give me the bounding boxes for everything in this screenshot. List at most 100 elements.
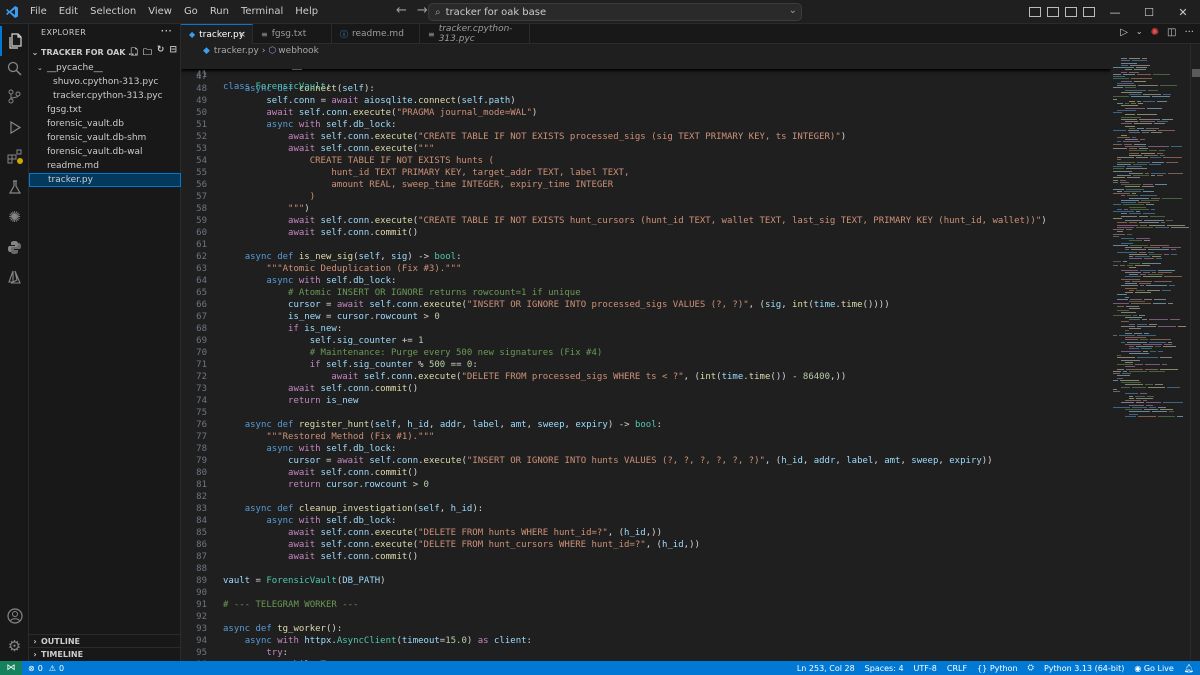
- minimap-stroke: [1143, 350, 1148, 352]
- menu-item-go[interactable]: Go: [178, 0, 204, 24]
- python-interpreter[interactable]: Python 3.13 (64-bit): [1044, 664, 1124, 673]
- tree-file[interactable]: forensic_vault.db-shm: [29, 131, 181, 145]
- code-line: 51 async with self.db_lock:: [181, 119, 1111, 131]
- minimap-stroke: [1136, 226, 1153, 228]
- tab-tracker-pyc[interactable]: ≡ tracker.cpython-313.pyc: [420, 24, 530, 44]
- code-line: 89 vault = ForensicVault(DB_PATH): [181, 575, 1111, 587]
- more-actions-icon[interactable]: ···: [161, 24, 172, 38]
- run-python-icon[interactable]: ▷: [1120, 27, 1128, 38]
- run-debug-icon[interactable]: [0, 112, 29, 142]
- minimap[interactable]: [1111, 44, 1191, 661]
- extensions-icon[interactable]: [0, 142, 29, 172]
- sidebar-title: EXPLORER: [41, 28, 87, 37]
- minimap-stroke: [1113, 130, 1126, 131]
- minimap-stroke: [1135, 256, 1150, 257]
- settings-gear-icon[interactable]: ⚙: [0, 631, 29, 661]
- collapse-all-icon[interactable]: ⊟: [169, 45, 177, 61]
- line-endings[interactable]: CRLF: [947, 664, 967, 673]
- code-line: 81 return cursor.rowcount > 0: [181, 479, 1111, 491]
- toggle-secondary-sidebar-icon[interactable]: [1065, 7, 1077, 17]
- minimize-button[interactable]: —: [1098, 6, 1132, 19]
- remote-indicator-icon[interactable]: ⋈: [0, 661, 22, 675]
- tree-item-label: shuvo.cpython-313.pyc: [53, 77, 159, 87]
- back-arrow-icon[interactable]: ←: [396, 3, 407, 18]
- tree-file[interactable]: forensic_vault.db-wal: [29, 145, 181, 159]
- python-icon[interactable]: [0, 232, 29, 262]
- chevron-down-icon[interactable]: ⌄: [789, 5, 797, 16]
- toggle-panel-icon[interactable]: [1047, 7, 1059, 17]
- minimap-stroke: [1127, 166, 1142, 167]
- minimap-stroke: [1144, 332, 1149, 334]
- more-actions-icon[interactable]: ···: [1184, 27, 1194, 38]
- tree-folder[interactable]: ⌄ __pycache__: [29, 61, 181, 75]
- minimap-stroke: [1125, 121, 1138, 122]
- code-editor[interactable]: 41 class ForensicVault: 47 48 async def c…: [181, 57, 1111, 661]
- search-icon[interactable]: [0, 53, 29, 83]
- tree-file[interactable]: tracker.py: [29, 173, 181, 187]
- minimap-stroke: [1127, 341, 1147, 343]
- breadcrumb-symbol[interactable]: webhook: [278, 46, 319, 56]
- sticky-scroll-header[interactable]: 41 class ForensicVault:: [181, 57, 1111, 92]
- outline-section[interactable]: › OUTLINE: [29, 634, 181, 647]
- code-text: """): [223, 204, 310, 214]
- close-window-button[interactable]: ✕: [1166, 6, 1200, 19]
- tab-tracker-py[interactable]: ◆ tracker.py ×: [181, 24, 253, 44]
- close-icon[interactable]: ×: [238, 30, 246, 40]
- minimap-stroke: [1121, 242, 1133, 244]
- tree-file[interactable]: readme.md: [29, 159, 181, 173]
- menu-item-file[interactable]: File: [24, 0, 53, 24]
- copilot-icon[interactable]: ⛭: [1028, 663, 1034, 673]
- tab-readme-md[interactable]: ⓘ readme.md: [332, 24, 420, 44]
- chevron-down-icon[interactable]: ⌄: [1136, 27, 1143, 38]
- minimap-stroke: [1150, 215, 1165, 217]
- minimap-stroke: [1113, 370, 1121, 372]
- breadcrumb-file[interactable]: tracker.py: [214, 46, 259, 56]
- menu-item-view[interactable]: View: [142, 0, 178, 24]
- vertical-scrollbar[interactable]: [1190, 44, 1200, 661]
- minimap-stroke: [1164, 253, 1169, 255]
- cursor-position[interactable]: Ln 253, Col 28: [797, 664, 855, 673]
- command-center-search[interactable]: ⌕ tracker for oak base ⌄: [428, 3, 802, 21]
- code-text: if is_new:: [288, 324, 343, 334]
- menu-item-run[interactable]: Run: [204, 0, 235, 24]
- minimap-stroke: [1129, 397, 1134, 399]
- menu-item-terminal[interactable]: Terminal: [235, 0, 289, 24]
- sparkle-icon[interactable]: ✺: [1151, 27, 1159, 38]
- minimap-stroke: [1117, 231, 1123, 233]
- minimap-stroke: [1125, 409, 1142, 410]
- tree-file[interactable]: tracker.cpython-313.pyc: [29, 89, 181, 103]
- tree-file[interactable]: shuvo.cpython-313.pyc: [29, 75, 181, 89]
- menu-item-help[interactable]: Help: [289, 0, 324, 24]
- notifications-bell-icon[interactable]: 🔔︎: [1184, 664, 1194, 673]
- maximize-button[interactable]: ☐: [1132, 6, 1166, 19]
- language-mode[interactable]: {} Python: [977, 664, 1017, 673]
- problems-indicator[interactable]: ⊗ 0 ⚠ 0: [28, 664, 64, 673]
- menu-item-selection[interactable]: Selection: [84, 0, 142, 24]
- account-icon[interactable]: [0, 601, 29, 631]
- split-editor-icon[interactable]: ◫: [1167, 27, 1176, 38]
- encoding[interactable]: UTF-8: [914, 664, 937, 673]
- customize-layout-icon[interactable]: [1083, 7, 1095, 17]
- menu-item-edit[interactable]: Edit: [53, 0, 84, 24]
- indentation[interactable]: Spaces: 4: [865, 664, 904, 673]
- go-live-button[interactable]: ◉ Go Live: [1134, 664, 1174, 673]
- testing-icon[interactable]: [0, 172, 29, 202]
- tree-file[interactable]: forensic_vault.db: [29, 117, 181, 131]
- line-number: 78: [196, 444, 207, 454]
- forward-arrow-icon[interactable]: →: [417, 3, 428, 18]
- minimap-stroke: [1125, 296, 1129, 298]
- folder-header[interactable]: ⌄ TRACKER FOR OAK ... 🗋 🗀 ↻ ⊟: [29, 45, 181, 59]
- tab-fgsg-txt[interactable]: ≡ fgsg.txt: [253, 24, 332, 44]
- azure-icon[interactable]: [0, 262, 29, 292]
- new-folder-icon[interactable]: 🗀: [143, 45, 152, 61]
- tree-file[interactable]: fgsg.txt: [29, 103, 181, 117]
- timeline-section[interactable]: › TIMELINE: [29, 647, 181, 660]
- source-control-icon[interactable]: [0, 81, 29, 111]
- ai-sparkle-icon[interactable]: ✺: [0, 202, 29, 232]
- minimap-stroke: [1125, 249, 1129, 251]
- toggle-primary-sidebar-icon[interactable]: [1029, 7, 1041, 17]
- scrollbar-thumb[interactable]: [1192, 69, 1200, 77]
- refresh-icon[interactable]: ↻: [157, 45, 165, 61]
- explorer-icon[interactable]: [0, 26, 29, 56]
- new-file-icon[interactable]: 🗋: [131, 45, 138, 61]
